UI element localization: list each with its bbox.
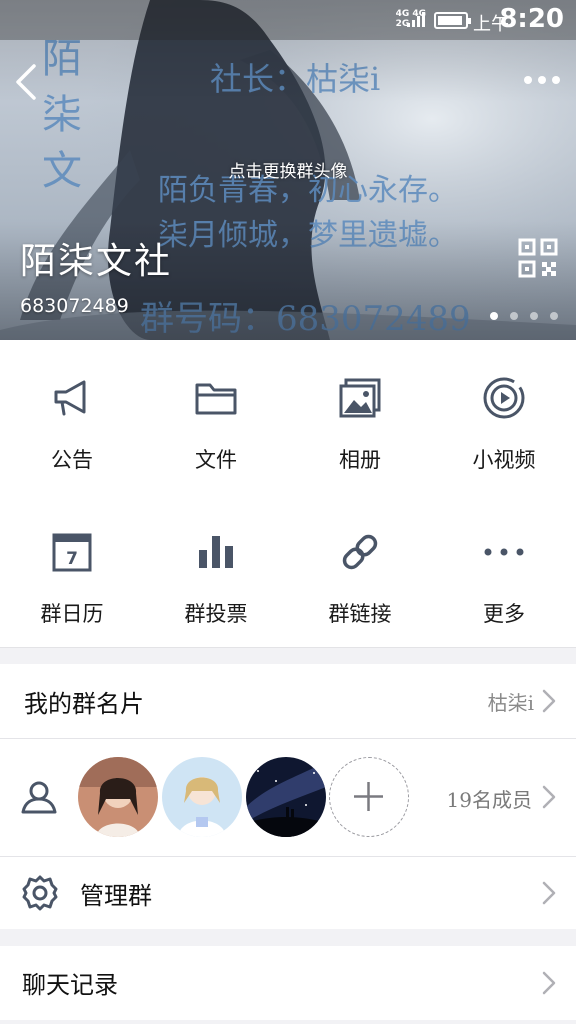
add-member-button[interactable] [329, 757, 409, 837]
group-header-banner[interactable]: 陌 柒 文 社长：枯柒i 陌负青春，初心永存。 柒月倾城，梦里遗墟。 群号码：6… [0, 0, 576, 340]
battery-icon [434, 12, 471, 29]
my-group-card-row[interactable]: 我的群名片 枯柒i [0, 664, 576, 738]
signal-icon [407, 12, 425, 27]
feature-label: 更多 [483, 602, 525, 626]
member-avatar[interactable] [162, 757, 242, 837]
feature-label: 相册 [339, 448, 381, 472]
chevron-right-icon [542, 785, 556, 809]
feature-label: 群日历 [40, 602, 104, 626]
page-dot [510, 312, 518, 320]
feature-label: 小视频 [472, 448, 536, 472]
calendar-day: 7 [66, 549, 78, 569]
feature-more[interactable]: 更多 [432, 494, 576, 648]
group-name: 陌柒文社 [20, 241, 173, 282]
photo-album-icon [339, 378, 381, 418]
feature-label: 公告 [51, 448, 93, 472]
row-title: 我的群名片 [24, 690, 144, 718]
plus-icon [354, 782, 383, 811]
feature-short-video[interactable]: 小视频 [432, 340, 576, 494]
qr-code-icon[interactable] [518, 238, 558, 278]
feature-label: 文件 [195, 448, 237, 472]
change-avatar-hint[interactable]: 点击更换群头像 [0, 157, 576, 182]
folder-icon [195, 383, 237, 415]
chevron-right-icon [542, 689, 556, 713]
member-avatar[interactable] [78, 757, 158, 837]
row-title: 管理群 [80, 882, 152, 910]
chat-history-row[interactable]: 聊天记录 [0, 946, 576, 1020]
members-row[interactable]: 19名成员 [0, 739, 576, 856]
chevron-right-icon [542, 881, 556, 905]
banner-page-dots [490, 312, 558, 320]
manage-group-row[interactable]: 管理群 [0, 857, 576, 929]
page-dot [530, 312, 538, 320]
megaphone-icon [54, 380, 86, 416]
link-icon [342, 534, 378, 570]
back-arrow-icon[interactable] [10, 60, 44, 104]
feature-link[interactable]: 群链接 [288, 494, 432, 648]
feature-album[interactable]: 相册 [288, 340, 432, 494]
bar-chart-icon [199, 536, 233, 568]
feature-label: 群链接 [328, 602, 392, 626]
calendar-icon: 7 [52, 533, 92, 572]
feature-vote[interactable]: 群投票 [144, 494, 288, 648]
feature-grid: 公告 文件 相册 小视频 7 群日历 群投票 群链接 更多 [0, 340, 576, 648]
feature-label: 群投票 [184, 602, 248, 626]
group-id: 683072489 [20, 295, 129, 317]
members-icon [21, 781, 57, 814]
status-time: 8:20 [499, 4, 564, 34]
feature-files[interactable]: 文件 [144, 340, 288, 494]
page-dot [550, 312, 558, 320]
feature-announcement[interactable]: 公告 [0, 340, 144, 494]
more-dots-icon [484, 548, 524, 556]
more-options-icon[interactable] [522, 70, 562, 90]
gear-icon [22, 875, 58, 911]
video-play-icon [483, 377, 525, 419]
status-bar: 4G 4G 2G 上午 8:20 [0, 0, 576, 40]
page-dot [490, 312, 498, 320]
member-avatar[interactable] [246, 757, 326, 837]
row-title: 聊天记录 [22, 971, 118, 999]
feature-calendar[interactable]: 7 群日历 [0, 494, 144, 648]
group-card-value: 枯柒i [487, 691, 534, 715]
chevron-right-icon [542, 971, 556, 995]
member-count: 19名成员 [446, 788, 532, 812]
